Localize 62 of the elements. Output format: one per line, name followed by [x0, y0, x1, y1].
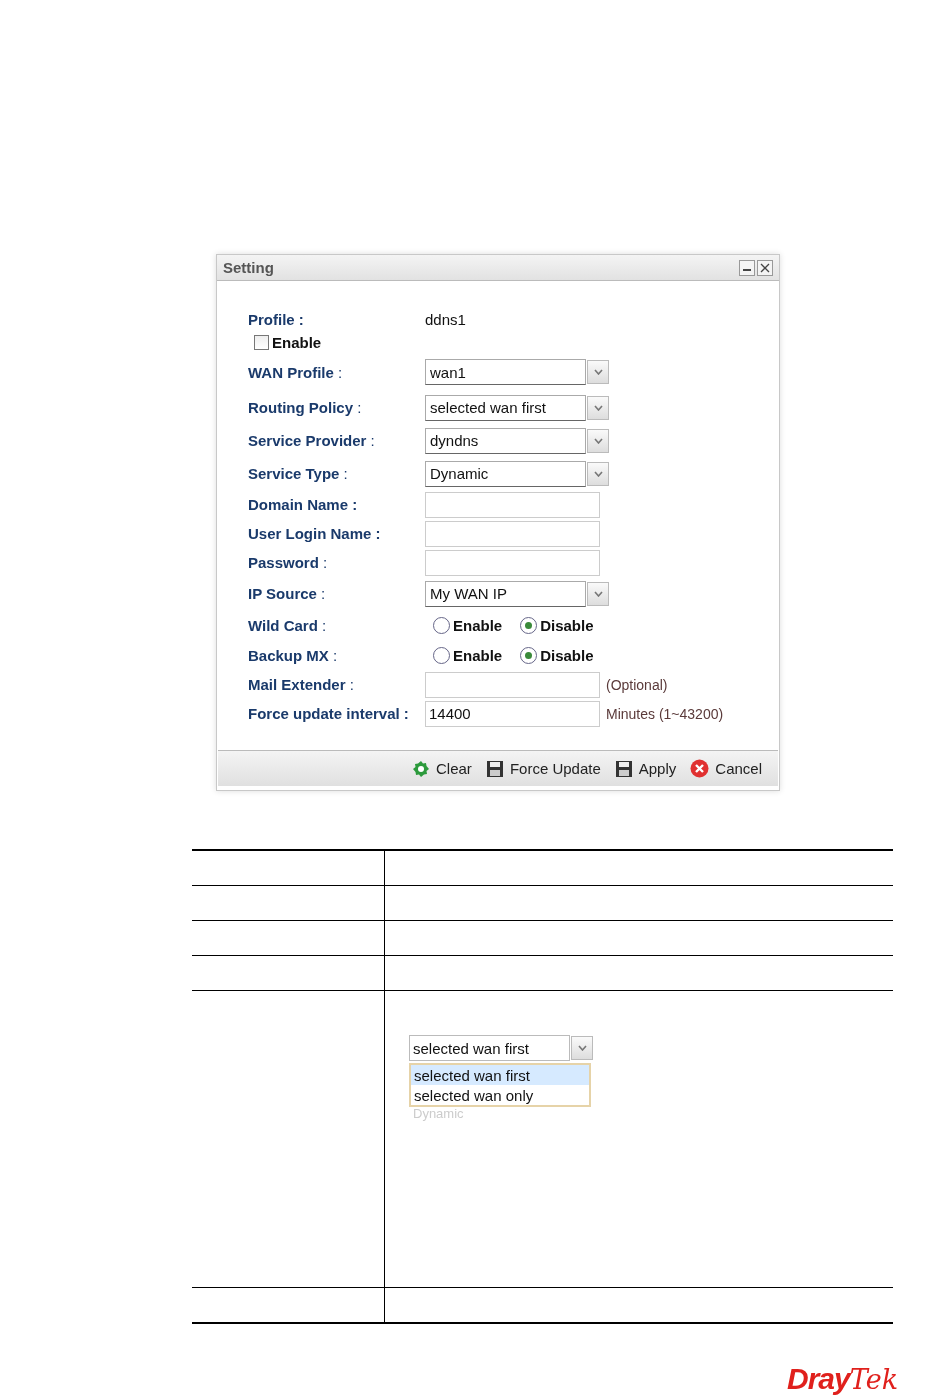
- field-label: Backup MX :: [248, 646, 339, 664]
- minimize-icon[interactable]: [739, 259, 755, 276]
- brand-logo: DrayTek: [787, 1362, 898, 1396]
- caret-icon: [593, 404, 603, 411]
- input-field[interactable]: [425, 549, 600, 576]
- dropdown-field[interactable]: wan1: [425, 359, 586, 385]
- field-label: Service Type :: [248, 465, 349, 482]
- dropdown-button[interactable]: [587, 581, 609, 606]
- dropdown-field[interactable]: selected wan first: [409, 1035, 570, 1061]
- checkbox[interactable]: [254, 334, 269, 350]
- field-hint: (Optional): [606, 676, 668, 693]
- field-label: WAN Profile :: [248, 363, 344, 381]
- gear-icon: [412, 759, 430, 778]
- field-label: Mail Extender :: [248, 676, 355, 693]
- input-field[interactable]: [425, 491, 600, 518]
- field-label: Profile :: [248, 310, 305, 328]
- toolbar-button[interactable]: Cancel: [690, 759, 762, 778]
- input-field[interactable]: [425, 520, 600, 547]
- dropdown-button[interactable]: [587, 360, 609, 384]
- radio-button[interactable]: [520, 646, 538, 664]
- save-icon: [485, 759, 504, 778]
- field-label: Wild Card :: [248, 616, 328, 634]
- toolbar-button[interactable]: Force Update: [485, 759, 601, 778]
- dropdown-option[interactable]: selected wan first: [411, 1065, 589, 1085]
- save-icon: [614, 759, 633, 778]
- field-label: IP Source :: [248, 585, 327, 602]
- dropdown-field[interactable]: My WAN IP: [425, 580, 586, 607]
- checkbox-label: Enable: [272, 333, 322, 351]
- field-label: Domain Name :: [248, 496, 359, 513]
- dropdown-button[interactable]: [587, 428, 609, 453]
- radio-button[interactable]: [433, 646, 450, 664]
- field-label: Service Provider :: [248, 432, 376, 449]
- field-label: Force update interval :: [248, 705, 410, 722]
- radio-button[interactable]: [433, 616, 450, 634]
- caret-icon: [593, 470, 603, 477]
- field-label: Routing Policy :: [248, 399, 363, 416]
- caret-icon: [593, 437, 603, 444]
- field-hint: Minutes (1~43200): [606, 705, 724, 722]
- field-label: User Login Name :: [248, 525, 382, 542]
- radio-label: Disable: [540, 616, 594, 634]
- dropdown-field[interactable]: selected wan first: [425, 394, 586, 421]
- profile-value: ddns1: [425, 310, 466, 328]
- caret-icon: [593, 369, 603, 375]
- dropdown-button[interactable]: [571, 1036, 593, 1060]
- input-field[interactable]: [425, 671, 600, 698]
- dialog-title: Setting: [223, 259, 275, 276]
- caret-icon: [577, 1045, 587, 1051]
- dropdown-button[interactable]: [587, 395, 609, 420]
- radio-button[interactable]: [520, 616, 538, 634]
- dropdown-button[interactable]: [587, 461, 609, 486]
- radio-label: Disable: [540, 646, 594, 664]
- cancel-icon: [690, 759, 710, 778]
- dropdown-field[interactable]: Dynamic: [425, 460, 586, 487]
- toolbar-button[interactable]: Apply: [614, 759, 677, 778]
- caret-icon: [593, 590, 603, 597]
- toolbar-button[interactable]: Clear: [412, 759, 472, 778]
- close-icon[interactable]: [757, 259, 773, 276]
- radio-label: Enable: [453, 646, 503, 664]
- field-label: Password :: [248, 554, 329, 571]
- radio-label: Enable: [453, 616, 503, 634]
- input-field[interactable]: 14400: [425, 700, 600, 727]
- dropdown-field[interactable]: dyndns: [425, 427, 586, 454]
